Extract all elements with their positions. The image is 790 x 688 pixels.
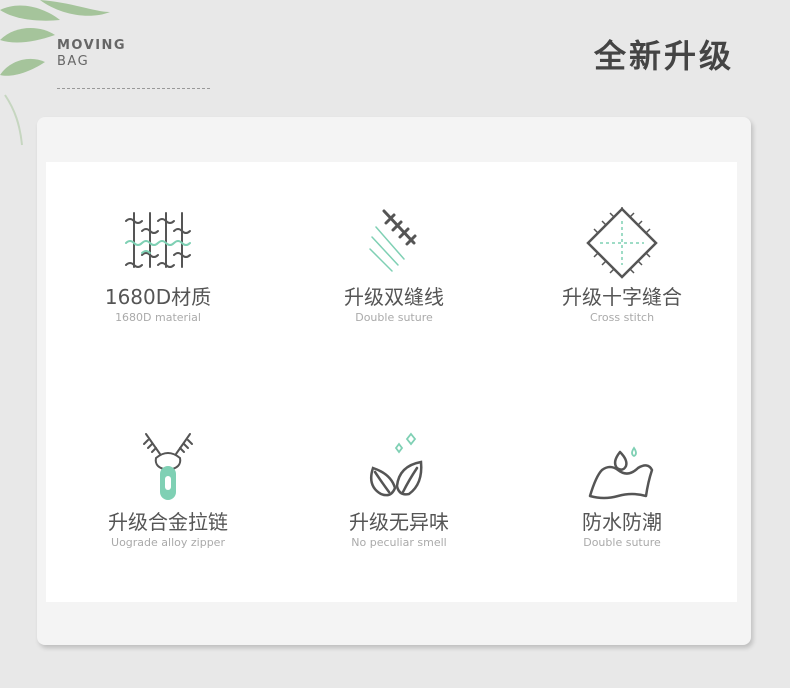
- brand-divider: [57, 88, 210, 89]
- features-panel: 1680D材质 1680D material 升级双缝线 Double sutu…: [46, 162, 737, 602]
- feature-title: 升级十字缝合: [562, 285, 682, 309]
- feature-title: 防水防潮: [582, 510, 662, 534]
- feature-title: 升级无异味: [349, 510, 449, 534]
- fabric-weave-icon: [125, 212, 191, 268]
- feature-subtitle: Uograde alloy zipper: [111, 536, 225, 549]
- feature-subtitle: No peculiar smell: [351, 536, 447, 549]
- feature-subtitle: Double suture: [583, 536, 661, 549]
- waterproof-icon: [588, 446, 654, 500]
- feature-cross-stitch: 升级十字缝合 Cross stitch: [522, 207, 722, 325]
- zipper-icon: [143, 433, 193, 500]
- feature-title: 升级合金拉链: [108, 510, 228, 534]
- feature-subtitle: Double suture: [355, 311, 433, 324]
- feature-subtitle: Cross stitch: [589, 311, 655, 324]
- brand-line1: MOVING: [57, 38, 127, 53]
- feature-double-stitch: 升级双缝线 Double suture: [294, 207, 494, 325]
- feature-waterproof: 防水防潮 Double suture: [522, 432, 722, 550]
- double-stitch-icon: [369, 209, 417, 272]
- features-card: 1680D材质 1680D material 升级双缝线 Double sutu…: [37, 117, 751, 645]
- feature-zipper: 升级合金拉链 Uograde alloy zipper: [68, 432, 268, 550]
- feature-title: 升级双缝线: [344, 285, 444, 309]
- feature-title: 1680D材质: [104, 285, 212, 309]
- brand-mark: MOVING BAG: [57, 38, 126, 70]
- feature-fabric: 1680D材质 1680D material: [58, 207, 258, 325]
- leaves-icon: [370, 432, 423, 497]
- cross-stitch-icon: [586, 207, 658, 279]
- page-headline: 全新升级: [593, 37, 734, 75]
- feature-subtitle: 1680D material: [115, 311, 201, 324]
- brand-line2: BAG: [57, 54, 90, 69]
- feature-no-smell: 升级无异味 No peculiar smell: [299, 432, 499, 550]
